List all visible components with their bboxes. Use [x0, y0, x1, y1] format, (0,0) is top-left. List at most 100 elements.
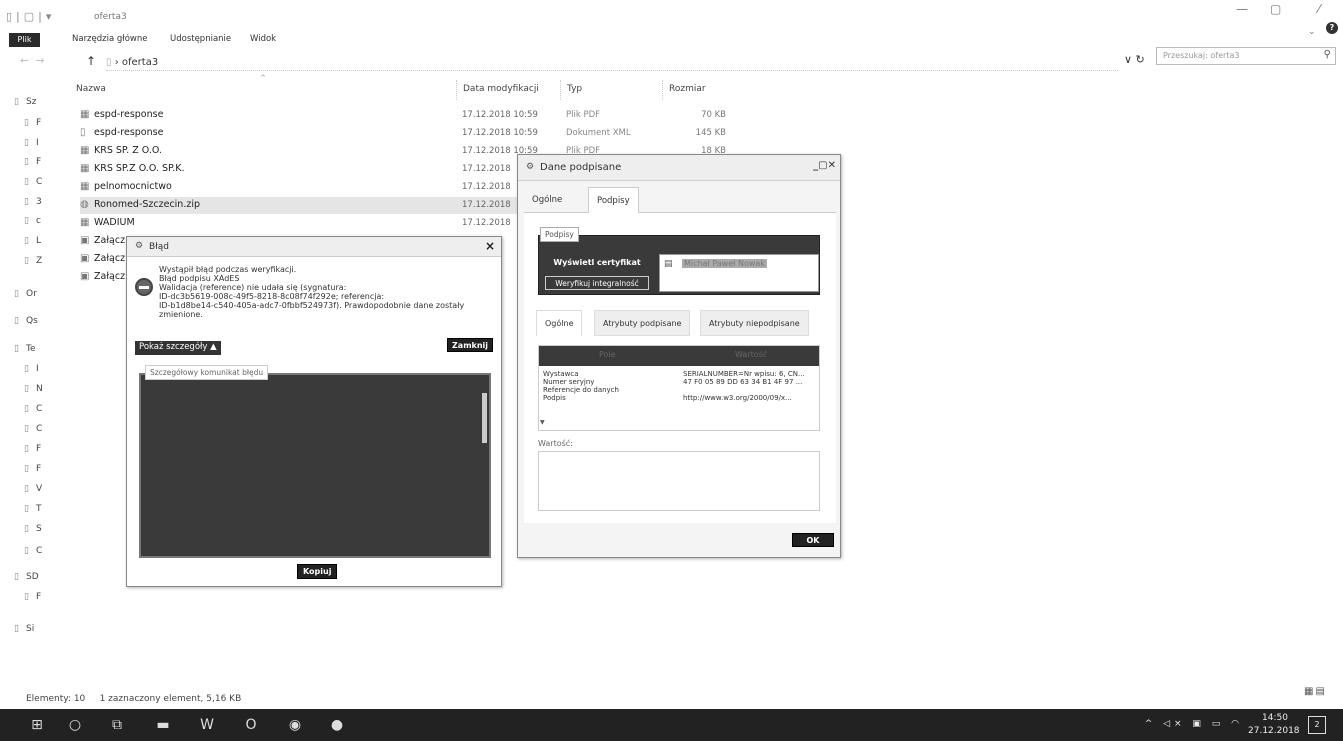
- sidebar-item[interactable]: ▯ SD: [14, 572, 39, 582]
- file-explorer-icon[interactable]: ▬: [152, 717, 174, 733]
- sidebar-item[interactable]: ▯ C: [24, 424, 42, 434]
- error-details-textarea[interactable]: [139, 373, 491, 558]
- tab-home[interactable]: Narzędzia główne: [72, 34, 147, 44]
- sidebar-item[interactable]: ▯ F: [24, 157, 41, 167]
- sidebar-item[interactable]: ▯ Sz: [14, 97, 36, 107]
- sidebar-item-label: Si: [26, 624, 35, 634]
- column-size[interactable]: Rozmiar: [662, 80, 734, 100]
- chrome-icon[interactable]: ◉: [284, 717, 306, 733]
- column-date[interactable]: Data modyfikacji: [456, 80, 539, 100]
- sidebar-item-label: F: [36, 118, 42, 128]
- sidebar-item[interactable]: ▯ Qs: [14, 316, 38, 326]
- dialog-window-controls[interactable]: _▢✕: [813, 160, 836, 171]
- error-line: Błąd podpisu XAdES: [159, 274, 240, 283]
- view-mode-icons[interactable]: ▦▤: [1304, 686, 1327, 697]
- search-input[interactable]: Przeszukaj: oferta3 ⚲: [1156, 47, 1336, 65]
- tab-unsigned-attributes[interactable]: Atrybuty niepodpisane: [700, 310, 809, 336]
- header-value: Wartość: [735, 350, 768, 359]
- signature-app-icon[interactable]: ●: [326, 717, 348, 733]
- sidebar-item-label: c: [36, 216, 41, 226]
- system-tray-icons[interactable]: ^ ◁× ▣ ▭ ◠: [1145, 719, 1243, 729]
- column-type[interactable]: Typ: [560, 80, 582, 100]
- quick-access-icons[interactable]: ▯|▢|▾: [6, 10, 55, 23]
- sidebar-item[interactable]: ▯ T: [24, 504, 42, 514]
- word-icon[interactable]: W: [196, 717, 218, 733]
- close-icon[interactable]: ×: [485, 239, 495, 253]
- sidebar-item-label: C: [36, 177, 43, 187]
- show-certificate-button[interactable]: Wyświetl certyfikat: [549, 256, 645, 270]
- file-row[interactable]: ▯ espd-response 17.12.2018 10:59 Dokument X…: [80, 125, 740, 142]
- sidebar-item[interactable]: ▯ C: [24, 177, 42, 187]
- task-view-icon[interactable]: ⧉: [106, 717, 128, 733]
- help-icon[interactable]: ?: [1326, 22, 1338, 34]
- sidebar-item-label: F: [36, 444, 42, 454]
- column-name[interactable]: Nazwa: [76, 80, 106, 100]
- signers-list[interactable]: ▤ Michał Paweł Nowak: [659, 254, 819, 292]
- row-field: Referencje do danych: [543, 386, 619, 394]
- verify-integrity-button[interactable]: Weryfikuj integralność: [545, 276, 649, 290]
- refresh-icon[interactable]: ∨ ↻: [1124, 53, 1145, 66]
- tab-share[interactable]: Udostępnianie: [170, 34, 231, 44]
- sidebar-item[interactable]: ▯ C: [24, 546, 42, 556]
- signature-properties-table[interactable]: Pole Wartość Wystawca SERIALNUMBER=Nr wp…: [538, 345, 820, 431]
- back-forward-icons[interactable]: ←→: [20, 54, 50, 67]
- sidebar-item[interactable]: ▯ Or: [14, 289, 37, 299]
- maximize-button[interactable]: ▢: [1270, 2, 1281, 16]
- windows-start-icon[interactable]: ⊞: [26, 717, 48, 733]
- copy-button[interactable]: Kopiuj: [297, 564, 338, 579]
- tab-file[interactable]: Plik: [9, 33, 40, 47]
- sidebar-item[interactable]: ▯ V: [24, 484, 42, 494]
- minimize-button[interactable]: —: [1236, 2, 1248, 16]
- tab-general[interactable]: Ogólne: [524, 187, 570, 213]
- scrollbar[interactable]: [482, 393, 487, 443]
- folder-icon: ▯: [14, 97, 19, 107]
- sidebar-item[interactable]: ▯ 3: [24, 197, 42, 207]
- sidebar-item[interactable]: ▯ Te: [14, 344, 36, 354]
- tab-signatures[interactable]: Podpisy: [588, 187, 639, 213]
- search-icon[interactable]: ○: [64, 717, 86, 733]
- sidebar-item[interactable]: ▯ I: [24, 364, 39, 374]
- signed-dialog-titlebar[interactable]: ⚙ Dane podpisane _▢✕: [518, 155, 840, 181]
- table-row[interactable]: Numer seryjny 47 F0 05 89 DD 63 34 B1 4F…: [539, 378, 819, 386]
- sidebar-item[interactable]: ▯ F: [24, 592, 41, 602]
- sidebar-item[interactable]: ▯ C: [24, 404, 42, 414]
- sidebar-item[interactable]: ▯ c: [24, 216, 41, 226]
- clock-date[interactable]: 27.12.2018: [1248, 726, 1300, 736]
- notifications-icon[interactable]: 2: [1308, 716, 1326, 734]
- signer-name[interactable]: Michał Paweł Nowak: [682, 259, 767, 268]
- error-dialog-titlebar[interactable]: ⚙ Błąd ×: [127, 237, 501, 257]
- taskbar: ⊞ ○ ⧉ ▬ W O ◉ ● ^ ◁× ▣ ▭ ◠ 14:50 27.12.2…: [0, 709, 1343, 741]
- scroll-down-icon[interactable]: ▼: [540, 419, 545, 426]
- up-arrow-icon[interactable]: ↑: [86, 54, 96, 68]
- close-window-button[interactable]: ⁄: [1318, 2, 1320, 16]
- sidebar-item[interactable]: ▯ Si: [14, 624, 34, 634]
- sidebar-item[interactable]: ▯ F: [24, 118, 41, 128]
- close-button[interactable]: Zamknij: [447, 338, 494, 352]
- clock-time[interactable]: 14:50: [1262, 713, 1288, 723]
- outlook-icon[interactable]: O: [240, 717, 262, 733]
- file-row[interactable]: ▦ espd-response 17.12.2018 10:59 Plik PDF 70…: [80, 107, 740, 124]
- sidebar-item[interactable]: ▯ F: [24, 444, 41, 454]
- sidebar-item-label: Or: [26, 289, 37, 299]
- sidebar-item[interactable]: ▯ S: [24, 524, 42, 534]
- tab-signed-attributes[interactable]: Atrybuty podpisane: [594, 310, 691, 336]
- word-file-icon: ▣: [80, 271, 90, 282]
- sidebar-item[interactable]: ▯ L: [24, 236, 41, 246]
- sidebar-item[interactable]: ▯ F: [24, 464, 41, 474]
- address-bar[interactable]: ▯ › oferta3: [106, 57, 1118, 71]
- pdf-file-icon: ▦: [80, 181, 90, 192]
- table-row[interactable]: Wystawca SERIALNUMBER=Nr wpisu: 6, CN...: [539, 370, 819, 378]
- ribbon-expand-icon[interactable]: ⌄: [1308, 27, 1316, 37]
- sidebar-item[interactable]: ▯ Z: [24, 256, 42, 266]
- file-name: ▣ Załącz: [80, 253, 125, 264]
- tab-view[interactable]: Widok: [250, 34, 276, 44]
- ok-button[interactable]: OK: [792, 533, 834, 547]
- value-textarea[interactable]: [538, 451, 820, 511]
- table-row[interactable]: Podpis http://www.w3.org/2000/09/x...: [539, 394, 819, 402]
- sidebar-item[interactable]: ▯ N: [24, 384, 43, 394]
- show-details-button[interactable]: Pokaż szczegóły ▲: [135, 341, 221, 355]
- sidebar-item-label: Qs: [26, 316, 38, 326]
- table-row[interactable]: Referencje do danych: [539, 386, 819, 394]
- tab-sig-general[interactable]: Ogólne: [536, 310, 583, 336]
- sidebar-item[interactable]: ▯ I: [24, 138, 39, 148]
